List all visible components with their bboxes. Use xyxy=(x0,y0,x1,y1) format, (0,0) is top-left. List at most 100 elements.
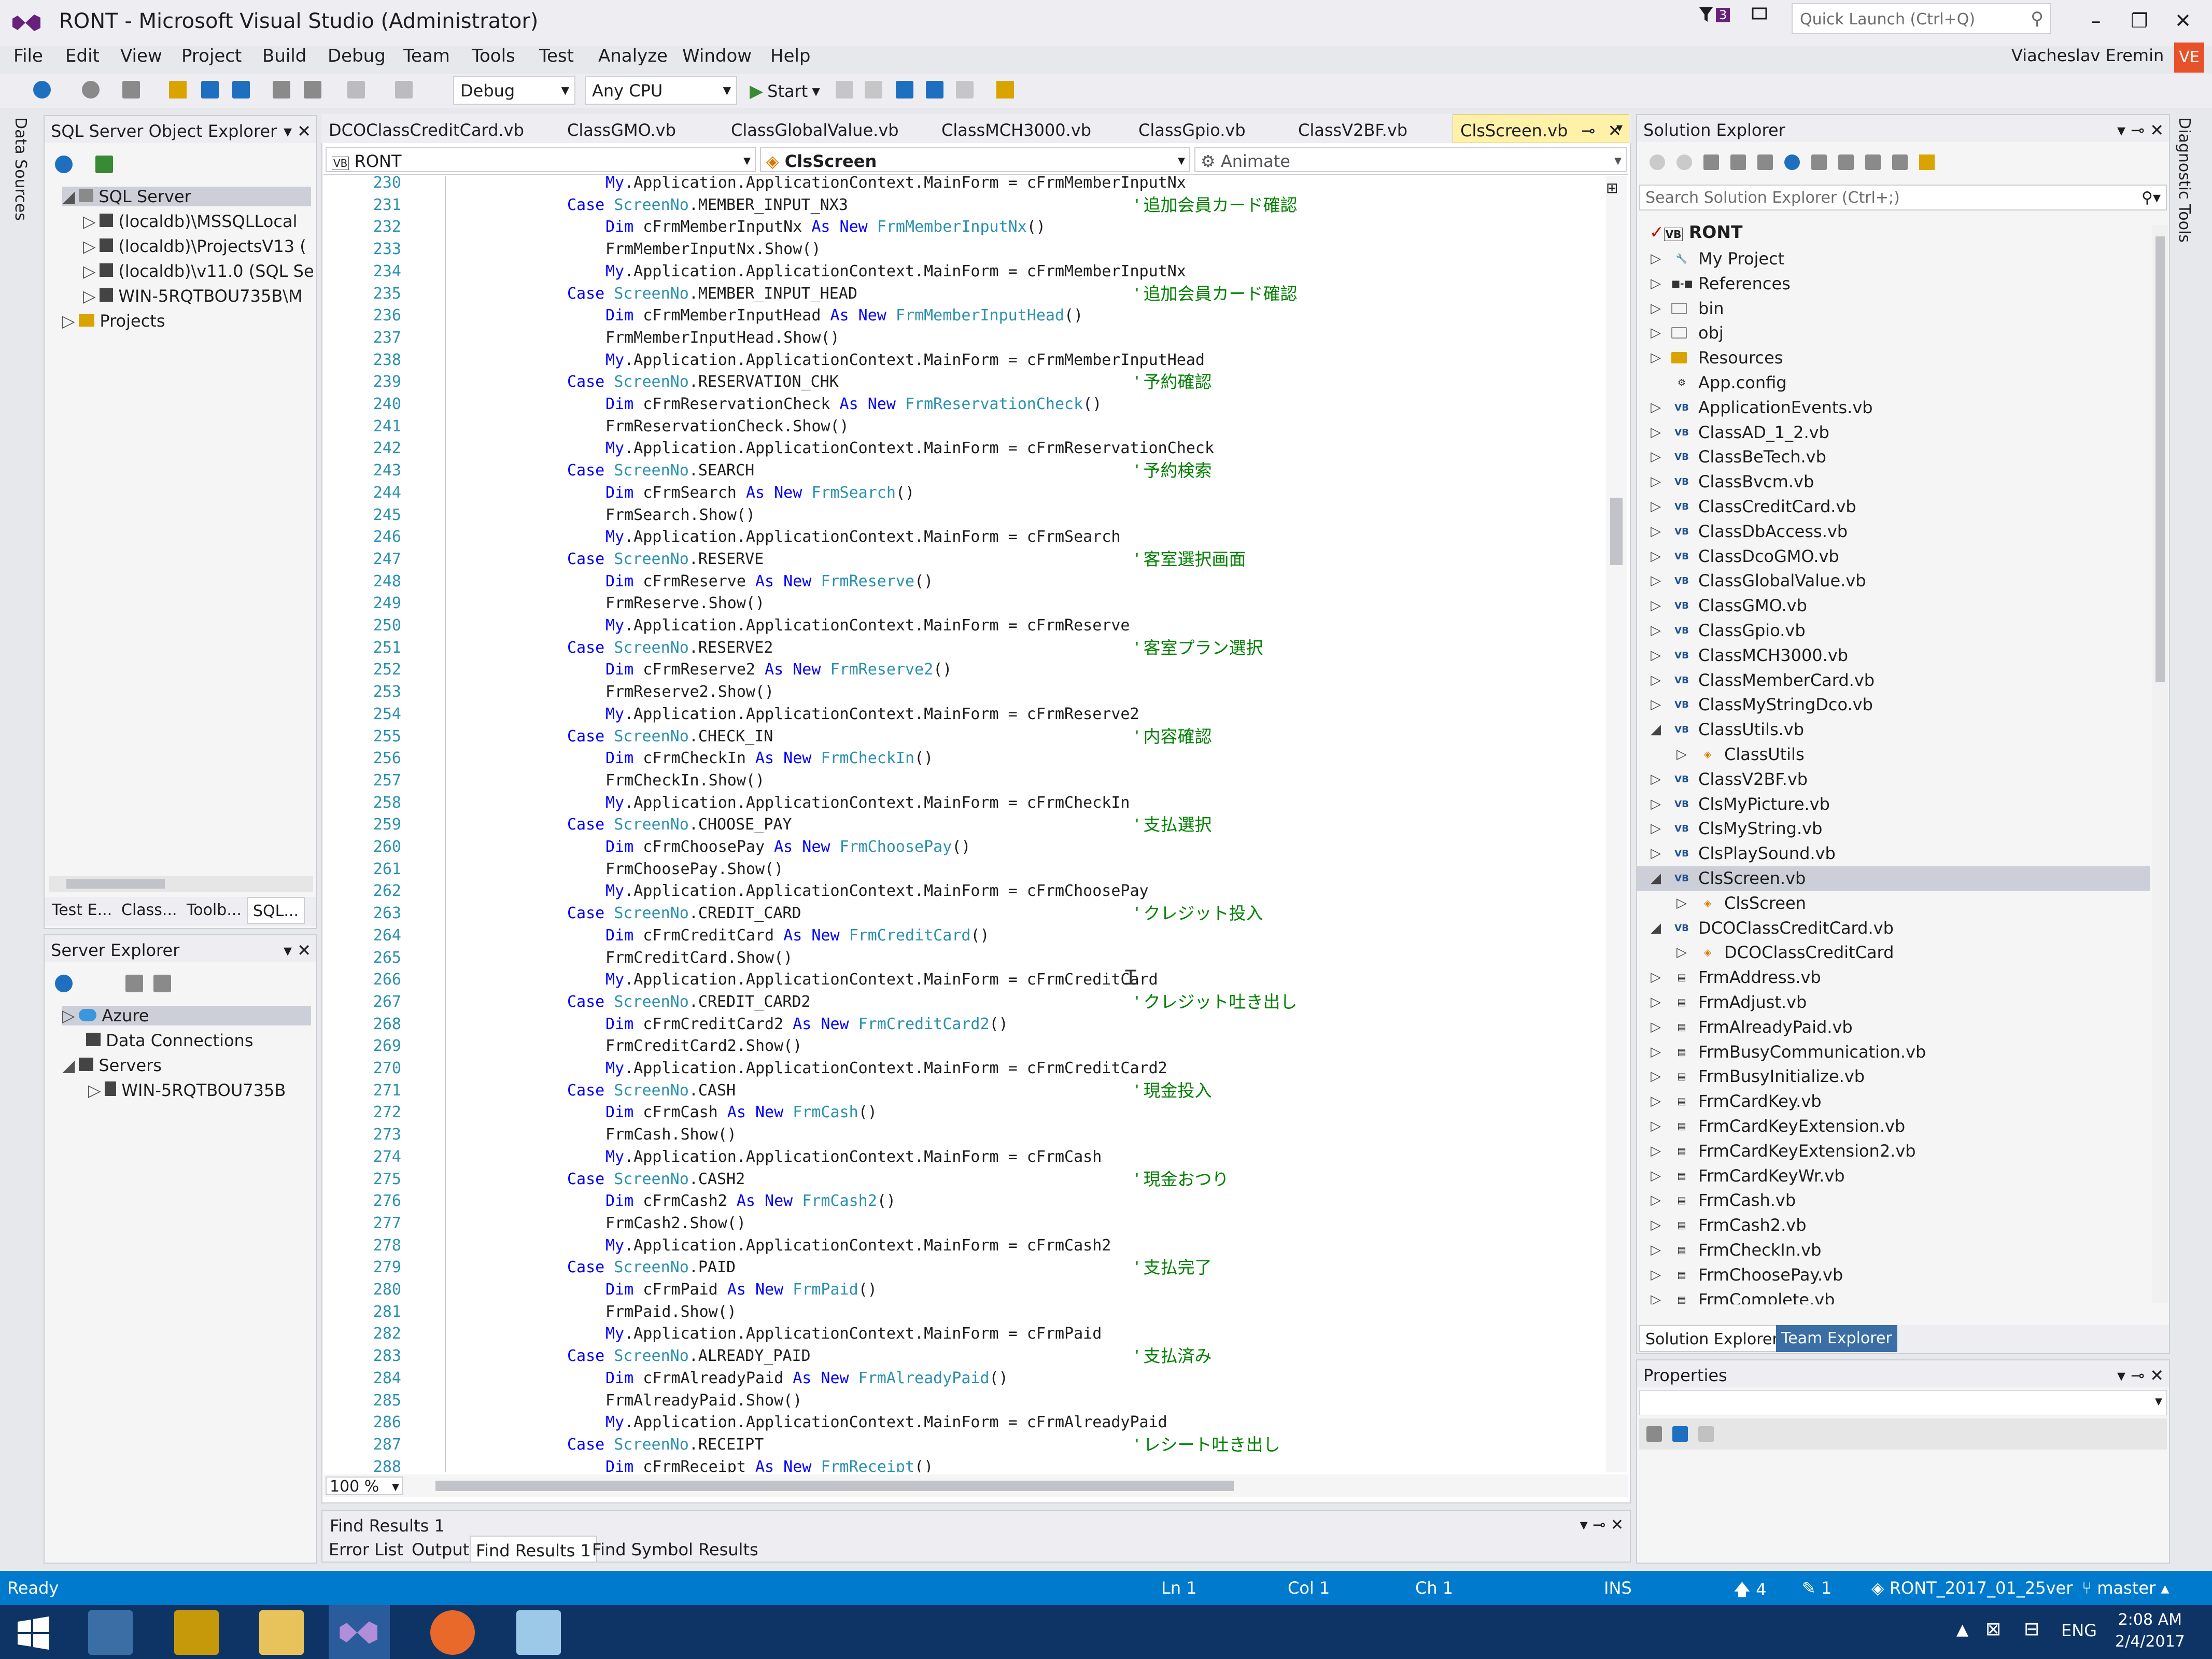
notifications[interactable]: 3 xyxy=(1698,6,1771,24)
tree-item-win-server[interactable]: ▷ WIN-5RQTBOU735B\M xyxy=(83,286,303,306)
preview-icon[interactable] xyxy=(1919,154,1935,170)
save-all-icon[interactable] xyxy=(232,81,250,99)
expand-icon[interactable]: ▷ xyxy=(1651,519,1661,544)
categorized-icon[interactable] xyxy=(1646,1426,1662,1442)
class-dropdown[interactable]: ◈ ClsScreen ▼ xyxy=(760,147,1190,172)
expand-icon[interactable]: ▷ xyxy=(1651,1139,1661,1164)
solution-item[interactable]: ▷ VB ClsMyPicture.vb xyxy=(1637,792,2150,817)
expand-icon[interactable]: ▷ xyxy=(1651,569,1661,594)
solution-item[interactable]: ▷ ▤ FrmCardKeyExtension.vb xyxy=(1637,1114,2150,1139)
horizontal-scrollbar[interactable] xyxy=(49,876,313,892)
menu-debug[interactable]: Debug xyxy=(328,46,386,66)
home-icon[interactable] xyxy=(1703,154,1719,170)
tab-toolbox[interactable]: Toolb... xyxy=(181,897,247,924)
scroll-thumb[interactable] xyxy=(435,1481,1234,1491)
connect-server-icon[interactable] xyxy=(153,975,171,992)
close-icon[interactable]: ▾ ⊸ ✕ xyxy=(2117,120,2164,140)
firefox-icon[interactable] xyxy=(430,1610,475,1655)
start-button[interactable]: ▶ Start ▼ xyxy=(750,81,820,102)
tab-error-list[interactable]: Error List xyxy=(323,1536,408,1563)
tab-classv2bf[interactable]: ClassV2BF.vb xyxy=(1298,120,1407,140)
solution-item[interactable]: ▷ 🔧 My Project xyxy=(1637,247,2150,272)
connect-database-icon[interactable] xyxy=(125,975,143,992)
menu-build[interactable]: Build xyxy=(262,46,306,66)
solution-item[interactable]: ▷ ▤ FrmCheckIn.vb xyxy=(1637,1238,2150,1263)
expand-icon[interactable]: ▷ xyxy=(1651,445,1661,470)
collapse-all-icon[interactable] xyxy=(1811,154,1827,170)
tab-clsscreen[interactable]: ClsScreen.vb ⊸ ✕ xyxy=(1453,114,1630,143)
back-icon[interactable] xyxy=(33,81,51,99)
solution-item[interactable]: ▷ ▤ FrmBusyCommunication.vb xyxy=(1637,1040,2150,1065)
quick-launch-input[interactable]: Quick Launch (Ctrl+Q) ⚲ xyxy=(1792,3,2051,34)
expand-icon[interactable]: ▷ xyxy=(1651,1089,1661,1114)
clock[interactable]: 2:08 AM 2/4/2017 xyxy=(2115,1609,2185,1653)
repository-name[interactable]: ◈ RONT_2017_01_25ver xyxy=(1871,1578,2073,1598)
avatar[interactable]: VE xyxy=(2174,43,2204,73)
solution-item[interactable]: ▷ ◈ ClsScreen xyxy=(1637,891,2150,916)
feedback-icon[interactable] xyxy=(1751,6,1771,24)
close-icon[interactable]: ▾ ⊸ ✕ xyxy=(2117,1366,2164,1385)
tree-item-localdb[interactable]: ▷ (localdb)\MSSQLLocal xyxy=(83,212,297,231)
tab-find-symbol-results[interactable]: Find Symbol Results xyxy=(587,1536,764,1563)
tab-classmch3000[interactable]: ClassMCH3000.vb xyxy=(941,120,1091,140)
new-project-icon[interactable] xyxy=(122,81,140,99)
expand-icon[interactable]: ▷ xyxy=(1651,792,1661,817)
expand-icon[interactable]: ▷ xyxy=(1651,495,1661,519)
solution-item[interactable]: ▷ ▤ FrmAdjust.vb xyxy=(1637,990,2150,1015)
expand-icon[interactable]: ▷ xyxy=(1676,891,1687,916)
history-icon[interactable] xyxy=(1730,154,1746,170)
solution-item[interactable]: ◢ VB ClsScreen.vb xyxy=(1637,866,2150,891)
menu-edit[interactable]: Edit xyxy=(65,46,100,66)
notepad-icon[interactable] xyxy=(516,1610,561,1655)
expand-icon[interactable]: ▷ xyxy=(1651,1114,1661,1139)
bookmark-icon[interactable] xyxy=(996,81,1014,99)
solution-item[interactable]: ▷ VB ClassMyStringDco.vb xyxy=(1637,693,2150,718)
project-dropdown[interactable]: VB RONT ▼ xyxy=(326,147,756,172)
tab-output[interactable]: Output xyxy=(406,1536,474,1563)
solution-item[interactable]: ▷ VB ClassBvcm.vb xyxy=(1637,470,2150,495)
expand-icon[interactable]: ▷ xyxy=(1651,321,1661,346)
pin-icon[interactable]: ⊸ xyxy=(1582,121,1596,140)
expand-icon[interactable]: ▷ xyxy=(1651,1015,1661,1040)
tab-overflow-icon[interactable]: ▾ xyxy=(1616,120,1623,135)
expand-icon[interactable]: ▷ xyxy=(1651,272,1661,297)
solution-item[interactable]: ▷ ◈ DCOClassCreditCard xyxy=(1637,940,2150,965)
solution-item[interactable]: ▷ VB ApplicationEvents.vb xyxy=(1637,396,2150,420)
close-icon[interactable]: ▾ ✕ xyxy=(284,121,311,141)
branch-name[interactable]: ⑂ master ▴ xyxy=(2082,1578,2169,1598)
uncomment-icon[interactable] xyxy=(304,81,321,99)
tree-item-v11[interactable]: ▷ (localdb)\v11.0 (SQL Se xyxy=(83,261,314,281)
file-explorer-icon[interactable] xyxy=(259,1610,304,1655)
solution-item[interactable]: ▷ VB ClassGlobalValue.vb xyxy=(1637,569,2150,594)
pending-changes[interactable]: ✎ 1 xyxy=(1802,1578,1831,1598)
sync-icon[interactable] xyxy=(1757,154,1773,170)
tab-solution-explorer[interactable]: Solution Explorer xyxy=(1639,1325,1785,1352)
tab-test-explorer[interactable]: Test E... xyxy=(47,897,117,924)
diagnostic-tools-tab[interactable]: Diagnostic Tools xyxy=(2175,117,2193,243)
unpublished-commits[interactable]: 🡅 4 xyxy=(1734,1578,1766,1606)
vertical-scrollbar[interactable] xyxy=(2152,225,2168,1303)
step-out-icon[interactable] xyxy=(956,81,974,99)
pause-icon[interactable] xyxy=(836,81,853,99)
tab-team-explorer[interactable]: Team Explorer xyxy=(1776,1325,1897,1352)
solution-item[interactable]: ▷ VB ClassDbAccess.vb xyxy=(1637,519,2150,544)
expand-icon[interactable]: ▷ xyxy=(1651,618,1661,643)
menu-view[interactable]: View xyxy=(120,46,162,66)
tree-item-azure[interactable]: ▷ Azure xyxy=(62,1006,311,1025)
solution-item[interactable]: ▷ ▤ FrmAddress.vb xyxy=(1637,965,2150,990)
expand-icon[interactable]: ▷ xyxy=(1651,767,1661,792)
close-icon[interactable]: ▾ ⊸ ✕ xyxy=(1580,1516,1624,1534)
redo-icon[interactable] xyxy=(395,81,413,99)
solution-root[interactable]: ✓ VB RONT xyxy=(1650,222,1742,242)
tab-classgpio[interactable]: ClassGpio.vb xyxy=(1138,120,1246,140)
tree-item-win-server[interactable]: ▷ WIN-5RQTBOU735B xyxy=(88,1080,286,1100)
solution-item[interactable]: ▷ VB ClsMyString.vb xyxy=(1637,817,2150,841)
expand-icon[interactable]: ▷ xyxy=(1651,544,1661,569)
solution-item[interactable]: ▷ VB ClassV2BF.vb xyxy=(1637,767,2150,792)
add-server-icon[interactable] xyxy=(95,156,113,173)
zoom-select[interactable]: 100 % ▼ xyxy=(326,1477,403,1496)
solution-item[interactable]: ◢ VB DCOClassCreditCard.vb xyxy=(1637,916,2150,941)
stop-icon[interactable] xyxy=(865,81,882,99)
expand-icon[interactable]: ▷ xyxy=(1651,247,1661,272)
server-manager-icon[interactable] xyxy=(88,1610,133,1655)
